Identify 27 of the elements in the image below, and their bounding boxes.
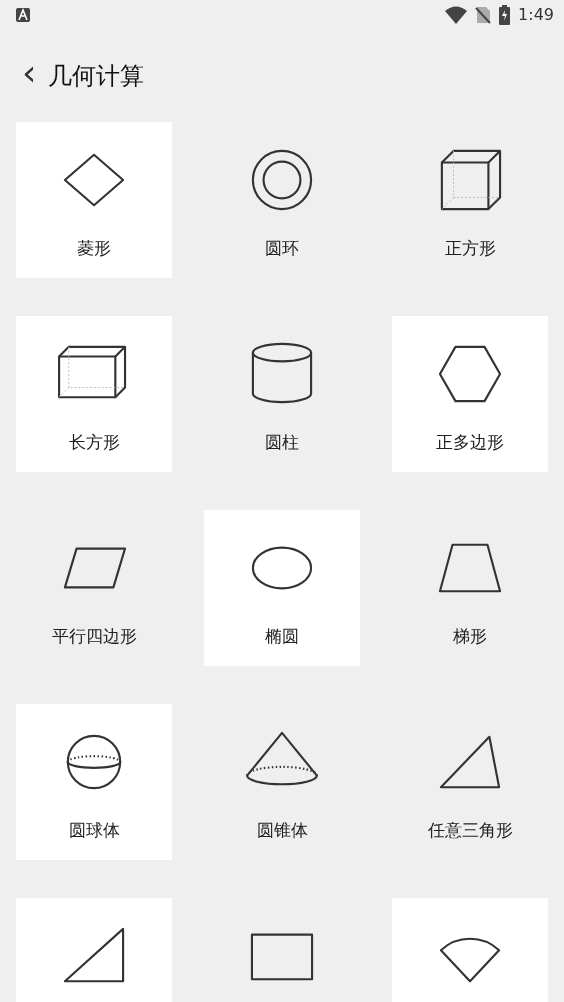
no-sim-icon — [475, 6, 492, 24]
shape-label: 圆锥体 — [256, 819, 308, 842]
shape-label: 圆球体 — [68, 819, 120, 842]
shape-label: 圆环 — [265, 237, 299, 260]
app-notification-icon — [16, 8, 30, 22]
shape-label: 椭圆 — [265, 625, 299, 648]
cube-icon — [438, 148, 502, 212]
shape-tile[interactable]: 正多边形 — [392, 316, 548, 472]
shape-label: 圆柱 — [265, 431, 299, 454]
page-title: 几何计算 — [48, 61, 145, 92]
shape-label: 平行四边形 — [51, 625, 137, 648]
battery-icon — [499, 5, 511, 25]
shape-tile[interactable]: 椭圆 — [204, 510, 360, 666]
shape-label: 梯形 — [453, 625, 487, 648]
shape-label: 任意三角形 — [427, 819, 513, 842]
shape-label: 菱形 — [77, 237, 111, 260]
shape-label: 正多边形 — [436, 431, 504, 454]
shape-label: 正方形 — [444, 237, 496, 260]
shape-tile[interactable]: 菱形 — [16, 122, 172, 278]
ring-icon — [250, 148, 314, 212]
shape-label: 长方形 — [68, 431, 120, 454]
cylinder-icon — [250, 342, 314, 406]
shape-tile[interactable]: 长方形 — [16, 316, 172, 472]
back-button[interactable]: ‹ — [22, 55, 49, 97]
wifi-icon — [445, 6, 468, 24]
shape-tile[interactable]: 圆球体 — [16, 704, 172, 860]
clock-time: 1:49 — [518, 4, 554, 26]
